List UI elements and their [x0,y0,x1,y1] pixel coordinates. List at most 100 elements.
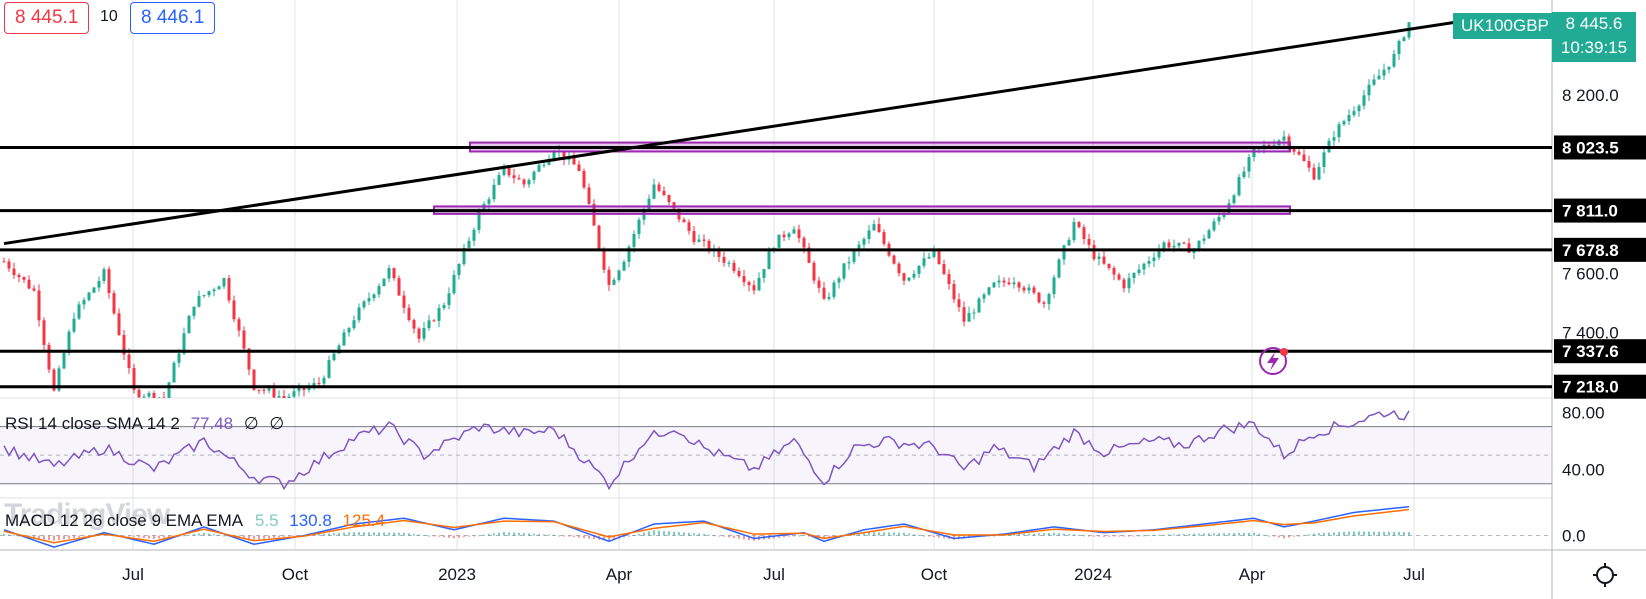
x-tick-label: 2024 [1074,565,1112,584]
candle-body [1282,136,1286,141]
candle-body [102,269,106,281]
candle-body [107,269,111,294]
candle-body [812,262,816,281]
macd-signal-value: 125.4 [342,511,386,530]
y-tick-label: 8 200.0 [1562,86,1619,105]
macd-histogram-bar [263,535,265,539]
macd-histogram-bar [923,535,925,537]
macd-histogram-bar [453,535,455,539]
sell-price-button[interactable]: 8 445.1 [4,2,90,34]
candle-body [1397,40,1401,55]
candle-body [667,195,671,203]
candle-body [532,171,536,180]
candle-body [962,307,966,322]
rsi-legend[interactable]: RSI 14 close SMA 14 2 77.48 ∅ ∅ [5,414,284,434]
candle-body [517,178,521,180]
candle-body [1112,268,1116,275]
candle-body [1382,69,1386,76]
macd-histogram-bar [523,533,525,536]
candle-body [372,294,376,299]
macd-histogram-bar [1388,531,1390,536]
candle-body [552,152,556,159]
candle-body [1082,227,1086,240]
macd-histogram-bar [1203,533,1205,536]
candle-body [87,292,91,301]
last-price-badge: 8 445.6 10:39:15 [1552,12,1636,62]
candle-body [882,232,886,244]
macd-histogram-bar [428,535,430,537]
macd-histogram-bar [1143,535,1145,537]
macd-histogram-bar [588,535,590,539]
macd-histogram-bar [498,532,500,536]
candle-body [1402,37,1406,41]
macd-hist-value: 5.5 [254,511,279,530]
macd-histogram-bar [1198,533,1200,536]
macd-histogram-bar [208,533,210,536]
macd-histogram-bar [1048,532,1050,536]
candle-body [842,263,846,279]
macd-histogram-bar [203,532,205,536]
macd-histogram-bar [1158,534,1160,536]
macd-histogram-bar [13,535,15,537]
go-to-realtime-icon[interactable] [1590,560,1620,590]
macd-histogram-bar [1313,533,1315,536]
chart-canvas[interactable]: Jul Oct 2023 Apr Jul Oct 2024 Apr Jul 8 200.0 7 60… [0,0,1646,599]
macd-histogram-bar [1053,532,1055,536]
macd-histogram-bar [1103,535,1105,537]
macd-histogram-bar [508,532,510,536]
candle-body [997,280,1001,283]
candle-body [697,239,701,242]
candle-body [227,278,231,301]
candle-body [492,184,496,200]
candle-body [1052,277,1056,295]
candle-body [1347,115,1351,122]
macd-histogram-bar [928,535,930,537]
macd-histogram-bar [1363,531,1365,536]
macd-histogram-bar [73,535,75,538]
candle-body [1132,273,1136,279]
macd-histogram-bar [1163,534,1165,536]
macd-histogram-bar [58,535,60,541]
candle-body [1372,79,1376,85]
macd-histogram-bar [493,533,495,536]
candle-body [957,299,961,308]
macd-line-value: 130.8 [289,511,332,530]
macd-histogram-bar [353,532,355,536]
candle-body [422,328,426,339]
x-tick-label: Jul [122,565,144,584]
macd-histogram-bar [193,534,195,536]
macd-histogram-bar [403,532,405,536]
candle-body [357,307,361,321]
candle-body [1102,256,1106,264]
candle-body [1117,274,1121,280]
x-tick-label: Oct [282,565,309,584]
macd-histogram-bar [1308,534,1310,536]
macd-histogram-bar [638,533,640,536]
macd-histogram-bar [648,531,650,536]
bar-countdown: 10:39:15 [1560,38,1628,57]
macd-histogram-bar [788,535,790,537]
candle-body [37,290,41,321]
macd-histogram-bar [488,533,490,536]
candle-body [1182,242,1186,244]
macd-histogram-bar [883,532,885,536]
macd-histogram-bar [408,533,410,536]
candle-body [22,277,26,280]
candle-body [237,319,241,331]
buy-price-button[interactable]: 8 446.1 [130,2,216,34]
candle-body [272,388,276,398]
macd-histogram-bar [1273,535,1275,537]
candle-body [777,234,781,248]
x-tick-label: 2023 [438,565,476,584]
candle-body [1217,216,1221,222]
candle-body [1057,259,1061,278]
macd-histogram-bar [1033,533,1035,536]
macd-histogram-bar [433,535,435,537]
macd-histogram-bar [1263,534,1265,536]
macd-histogram-bar [693,533,695,536]
macd-histogram-bar [553,534,555,536]
macd-histogram-bar [548,534,550,536]
macd-histogram-bar [1398,531,1400,536]
macd-histogram-bar [468,535,470,537]
macd-legend[interactable]: MACD 12 26 close 9 EMA EMA 5.5 130.8 125… [5,511,385,531]
